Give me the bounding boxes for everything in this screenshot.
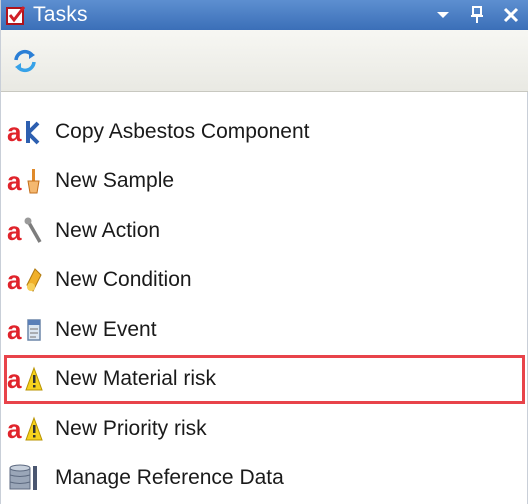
task-new-sample[interactable]: a New Sample (1, 157, 528, 207)
sample-icon: a (7, 166, 49, 196)
condition-icon: a (7, 265, 49, 295)
task-new-condition[interactable]: a New Condition (1, 256, 528, 306)
task-list: a Copy Asbestos Component a New Sample a (1, 107, 528, 503)
task-label: Copy Asbestos Component (55, 119, 310, 143)
task-new-priority-risk[interactable]: a New Priority risk (1, 404, 528, 454)
task-manage-reference-data[interactable]: Manage Reference Data (1, 454, 528, 504)
svg-text:a: a (7, 216, 22, 246)
svg-text:a: a (7, 166, 22, 196)
svg-text:a: a (7, 117, 22, 147)
panel-title: Tasks (33, 3, 88, 26)
task-label: New Condition (55, 268, 192, 292)
material-risk-icon: a (7, 364, 49, 394)
dropdown-arrow-icon[interactable] (433, 5, 453, 25)
close-icon[interactable] (501, 5, 521, 25)
priority-risk-icon: a (7, 414, 49, 444)
task-label: New Action (55, 218, 161, 242)
task-label: New Material risk (55, 367, 217, 391)
tasks-checkbox-icon (5, 4, 27, 26)
action-icon: a (7, 216, 49, 246)
task-label: New Sample (55, 169, 175, 193)
svg-text:a: a (7, 414, 22, 444)
svg-text:a: a (7, 265, 22, 295)
task-label: New Priority risk (55, 416, 207, 440)
task-new-action[interactable]: a New Action (1, 206, 528, 256)
task-new-material-risk[interactable]: a New Material risk (4, 354, 525, 404)
svg-text:a: a (7, 364, 22, 394)
panel-titlebar: Tasks (1, 0, 528, 30)
database-icon (7, 463, 49, 493)
task-label: New Event (55, 317, 157, 341)
tasks-panel: Tasks a Copy Asbestos Component a New Sa… (0, 0, 528, 504)
task-new-event[interactable]: a New Event (1, 305, 528, 355)
event-icon: a (7, 315, 49, 345)
svg-text:a: a (7, 315, 22, 345)
copy-component-icon: a (7, 117, 49, 147)
refresh-icon[interactable] (11, 47, 39, 75)
task-copy-asbestos-component[interactable]: a Copy Asbestos Component (1, 107, 528, 157)
pin-icon[interactable] (467, 5, 487, 25)
task-label: Manage Reference Data (55, 466, 284, 490)
panel-toolbar (1, 30, 528, 92)
panel-controls (433, 0, 521, 30)
